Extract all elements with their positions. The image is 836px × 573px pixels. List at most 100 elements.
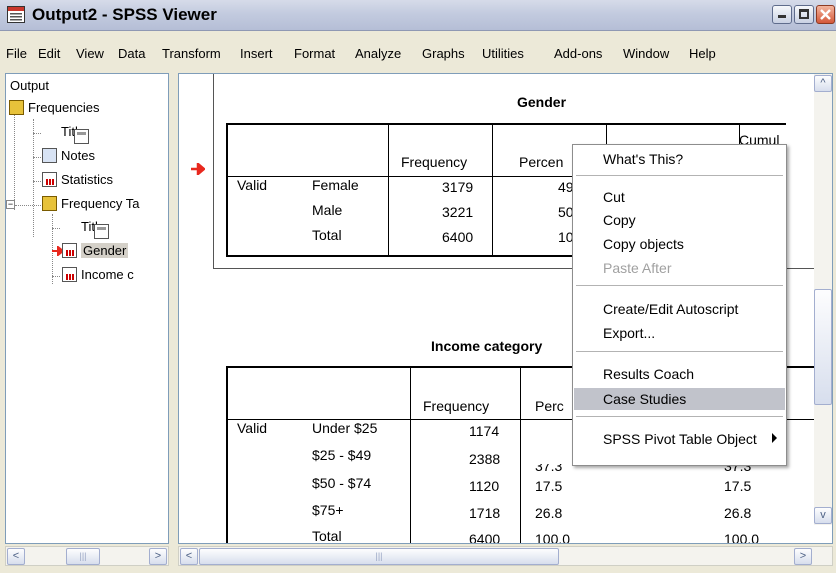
menu-edit[interactable]: Edit — [38, 46, 60, 61]
book-icon — [42, 196, 57, 211]
menu-item-label: Cut — [603, 189, 625, 205]
tree-item-gender[interactable]: Gender — [62, 243, 129, 258]
menu-file[interactable]: File — [6, 46, 27, 61]
gender-col-frequency: Frequency — [401, 154, 468, 170]
menu-item-case-studies[interactable]: Case Studies — [574, 388, 785, 410]
menu-item-label: Copy — [603, 212, 636, 228]
title-bar[interactable]: Output2 - SPSS Viewer — [0, 0, 836, 31]
gender-row-label: Male — [312, 202, 343, 218]
collapse-toggle[interactable]: − — [6, 200, 15, 209]
income-row-valid-pct: 100.0 — [724, 531, 760, 544]
menu-item-spss-pivot-table-object[interactable]: SPSS Pivot Table Object — [574, 428, 785, 450]
menu-analyze[interactable]: Analyze — [355, 46, 401, 61]
income-col-frequency: Frequency — [423, 398, 490, 414]
menu-addons[interactable]: Add-ons — [554, 46, 602, 61]
tree-item-label: Statistics — [61, 172, 114, 187]
window-title: Output2 - SPSS Viewer — [32, 5, 217, 24]
menu-item-label: Paste After — [603, 260, 672, 276]
menu-item-copy[interactable]: Copy — [574, 209, 785, 231]
minimize-icon — [778, 15, 786, 18]
tree-item-title-2[interactable]: Title — [62, 219, 109, 239]
outline-tree-pane[interactable]: Output Frequencies Title Notes Statistic… — [5, 73, 169, 544]
tree-item-output[interactable]: Output — [10, 78, 49, 93]
book-icon — [9, 100, 24, 115]
spss-app-icon — [7, 6, 25, 23]
pivot-table-icon — [62, 243, 77, 258]
menu-item-create-edit-autoscript[interactable]: Create/Edit Autoscript — [574, 298, 785, 320]
title-page-icon — [74, 129, 89, 144]
minimize-button[interactable] — [772, 5, 792, 24]
tree-item-frequencies[interactable]: Frequencies — [9, 100, 100, 115]
tree-item-label: Income c — [81, 267, 134, 282]
income-row-pct: 37.3 — [535, 458, 563, 474]
scroll-up-icon[interactable]: ^ — [814, 75, 832, 92]
maximize-button[interactable] — [794, 5, 814, 24]
income-row-label: $75+ — [312, 502, 344, 518]
tree-item-label: Frequency Ta — [61, 196, 140, 211]
menu-item-label: Case Studies — [603, 391, 687, 407]
output-horizontal-scrollbar[interactable]: < ||| > — [178, 546, 833, 566]
menu-item-whats-this[interactable]: What's This? — [574, 148, 785, 170]
income-row-label: Total — [312, 528, 342, 544]
scroll-down-icon[interactable]: v — [814, 507, 832, 524]
income-table-title: Income category — [431, 338, 543, 354]
menu-item-paste-after: Paste After — [574, 257, 785, 279]
tree-item-label: Frequencies — [28, 100, 100, 115]
menu-data[interactable]: Data — [118, 46, 145, 61]
output-vertical-scrollbar[interactable]: ^ v — [814, 74, 832, 525]
tree-item-statistics[interactable]: Statistics — [42, 172, 113, 187]
menu-window[interactable]: Window — [623, 46, 669, 61]
income-row-pct: 100.0 — [535, 531, 571, 544]
gender-row-freq: 6400 — [442, 229, 474, 245]
submenu-arrow-icon — [772, 433, 777, 443]
income-row-freq: 1718 — [469, 505, 501, 521]
gender-row-freq: 3179 — [442, 179, 474, 195]
tree-item-label: Gender — [81, 243, 129, 258]
close-icon — [820, 9, 831, 20]
menu-item-cut[interactable]: Cut — [574, 186, 785, 208]
menu-item-label: SPSS Pivot Table Object — [603, 431, 757, 447]
scroll-right-icon[interactable]: > — [794, 548, 812, 565]
scroll-right-icon[interactable]: > — [149, 548, 167, 565]
menu-item-copy-objects[interactable]: Copy objects — [574, 233, 785, 255]
scroll-thumb[interactable]: ||| — [66, 548, 100, 565]
income-row-pct: 17.5 — [535, 478, 563, 494]
menu-utilities[interactable]: Utilities — [482, 46, 524, 61]
close-button[interactable] — [816, 5, 835, 24]
income-col-percent: Perc — [535, 398, 564, 414]
menu-item-export[interactable]: Export... — [574, 322, 785, 344]
menu-insert[interactable]: Insert — [240, 46, 273, 61]
income-row-label: Under $25 — [312, 420, 378, 436]
tree-item-title[interactable]: Title — [42, 124, 89, 144]
tree-item-frequency-tables[interactable]: Frequency Ta — [42, 196, 140, 211]
scroll-thumb[interactable]: ||| — [199, 548, 559, 565]
scroll-left-icon[interactable]: < — [180, 548, 198, 565]
menu-format[interactable]: Format — [294, 46, 335, 61]
menu-item-results-coach[interactable]: Results Coach — [574, 363, 785, 385]
scroll-thumb[interactable] — [814, 289, 832, 405]
spss-viewer-window: Output2 - SPSS Viewer File Edit View Dat… — [0, 0, 836, 573]
tree-horizontal-scrollbar[interactable]: < ||| > — [5, 546, 169, 566]
income-row-freq: 1174 — [469, 423, 500, 439]
gender-row-freq: 3221 — [442, 204, 474, 220]
gender-valid-label: Valid — [237, 177, 268, 193]
menu-transform[interactable]: Transform — [162, 46, 221, 61]
menu-view[interactable]: View — [76, 46, 104, 61]
pivot-table-icon — [42, 172, 57, 187]
tree-item-notes[interactable]: Notes — [42, 148, 95, 163]
income-row-freq: 6400 — [469, 531, 501, 544]
notes-icon — [42, 148, 57, 163]
context-menu: What's This? Cut Copy Copy objects Paste… — [572, 144, 787, 466]
menu-graphs[interactable]: Graphs — [422, 46, 465, 61]
menu-item-label: Results Coach — [603, 366, 695, 382]
tree-item-income[interactable]: Income c — [62, 267, 134, 282]
menu-help[interactable]: Help — [689, 46, 716, 61]
scroll-left-icon[interactable]: < — [7, 548, 25, 565]
income-row-pct: 26.8 — [535, 505, 563, 521]
title-page-icon — [94, 224, 109, 239]
income-row-freq: 1120 — [469, 478, 500, 494]
income-row-label: $50 - $74 — [312, 475, 372, 491]
pivot-table-icon — [62, 267, 77, 282]
menu-bar: File Edit View Data Transform Insert For… — [0, 41, 836, 65]
menu-item-label: Create/Edit Autoscript — [603, 301, 739, 317]
